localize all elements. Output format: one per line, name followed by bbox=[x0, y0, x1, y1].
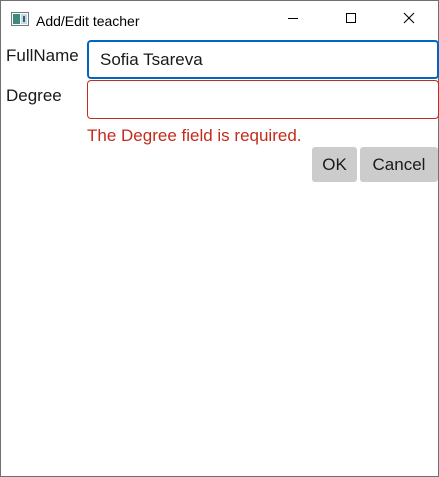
degree-error-message: The Degree field is required. bbox=[87, 126, 302, 145]
cancel-button[interactable]: Cancel bbox=[360, 147, 438, 182]
close-icon bbox=[403, 11, 415, 29]
title-bar[interactable]: Add/Edit teacher bbox=[1, 1, 438, 39]
maximize-button[interactable] bbox=[322, 1, 380, 39]
window-title: Add/Edit teacher bbox=[36, 13, 140, 29]
degree-label: Degree bbox=[6, 86, 62, 105]
fullname-input[interactable] bbox=[87, 40, 439, 79]
ok-button[interactable]: OK bbox=[312, 147, 357, 182]
degree-input[interactable] bbox=[87, 80, 439, 119]
minimize-button[interactable] bbox=[264, 1, 322, 39]
close-button[interactable] bbox=[380, 1, 438, 39]
dialog-window: Add/Edit teacher FullName Degree The Deg… bbox=[0, 0, 439, 477]
app-window-icon bbox=[11, 12, 29, 26]
maximize-icon bbox=[345, 11, 357, 29]
minimize-icon bbox=[287, 11, 299, 29]
fullname-label: FullName bbox=[6, 46, 79, 65]
